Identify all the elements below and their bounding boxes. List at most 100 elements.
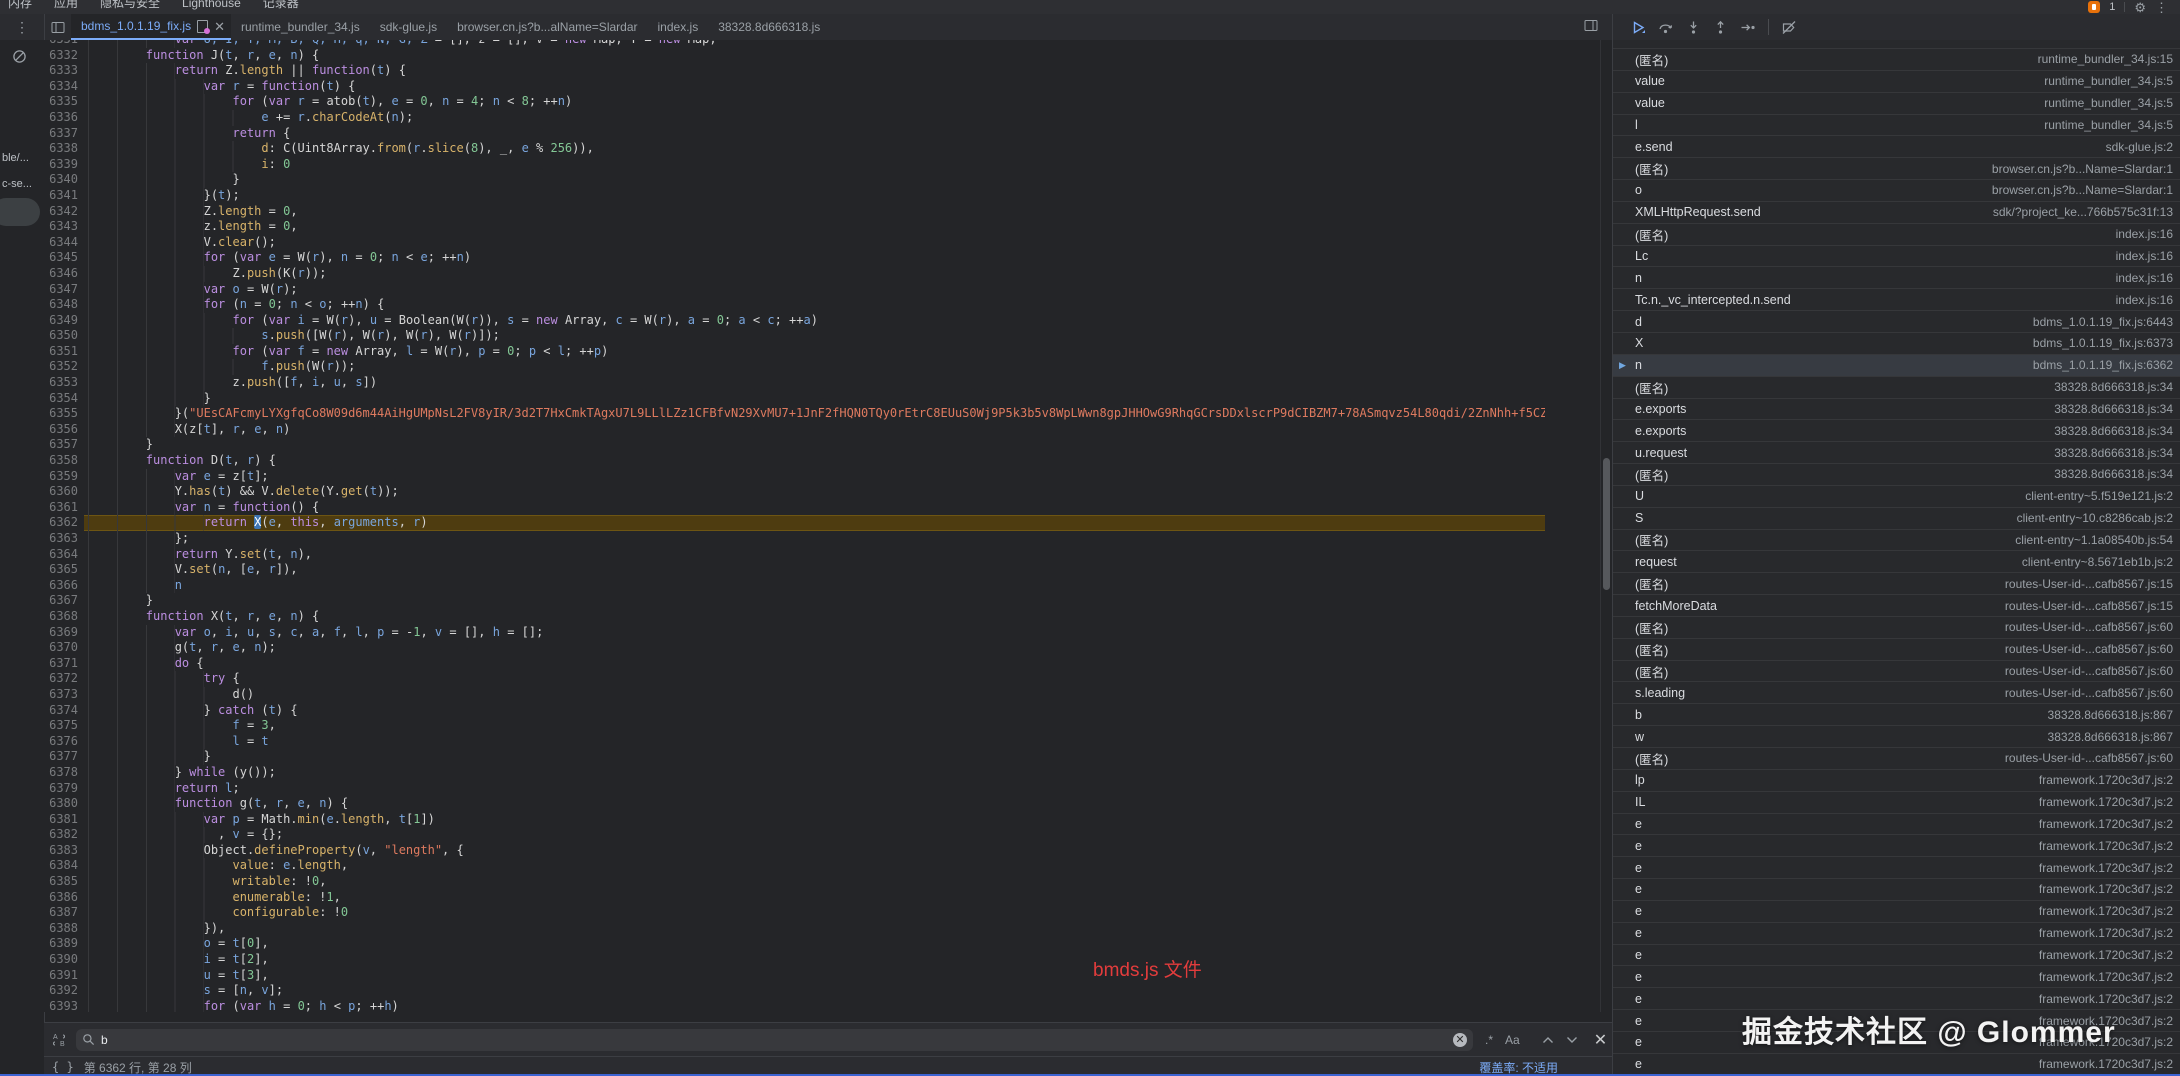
line-number[interactable]: 6331 (44, 40, 84, 48)
clear-search-icon[interactable]: ✕ (1453, 1032, 1467, 1047)
call-stack-frame[interactable]: l runtime_bundler_34.js:5 (1613, 115, 2180, 137)
code-line[interactable]: 6372 try { (44, 671, 1545, 687)
code-text[interactable]: s = [n, v]; (204, 983, 1545, 999)
line-number[interactable]: 6344 (44, 235, 84, 251)
call-stack-frame[interactable]: u.request 38328.8d666318.js:34 (1613, 442, 2180, 465)
code-text[interactable]: } (232, 172, 1545, 188)
code-line[interactable]: 6349 for (var i = W(r), u = Boolean(W(r))… (44, 312, 1545, 329)
code-text[interactable]: f = 3, (232, 718, 1545, 734)
code-line[interactable]: 6336 e += r.charCodeAt(n); (44, 109, 1545, 126)
previous-match-icon[interactable] (1542, 1036, 1554, 1044)
line-number[interactable]: 6382 (44, 827, 84, 843)
line-number[interactable]: 6363 (44, 531, 84, 547)
code-line[interactable]: 6369 var o, i, u, s, c, a, f, l, p = -1, … (44, 624, 1545, 641)
call-stack-frame[interactable]: e framework.1720c3d7.js:2 (1613, 835, 2180, 858)
code-line[interactable]: 6351 for (var f = new Array, l = W(r), p … (44, 343, 1545, 360)
navigator-selected-item[interactable] (0, 198, 40, 226)
code-line[interactable]: 6384 value: e.length, (44, 858, 1545, 875)
next-match-icon[interactable] (1566, 1036, 1578, 1044)
code-line[interactable]: 6371 do { (44, 655, 1545, 672)
code-line[interactable]: 6355}("UEsCAFcmyLYXgfqCo8W09d6m44AiHgUMp… (44, 406, 1545, 422)
code-line[interactable]: 6389 o = t[0], (44, 936, 1545, 953)
call-stack-frame[interactable]: value runtime_bundler_34.js:5 (1613, 71, 2180, 93)
code-text[interactable]: d() (232, 687, 1545, 703)
call-stack-frame[interactable]: e.send sdk-glue.js:2 (1613, 136, 2180, 159)
code-line[interactable]: 6376 l = t (44, 733, 1545, 750)
code-line[interactable]: 6365 V.set(n, [e, r]), (44, 562, 1545, 578)
code-line-paused[interactable]: 6362 return X(e, this, arguments, r) (44, 515, 1545, 531)
regex-toggle-icon[interactable]: .* (1485, 1033, 1493, 1047)
code-text[interactable]: s.push([W(r), W(r), W(r), W(r)]); (261, 328, 1545, 344)
navigator-item-fragment[interactable]: ble/... (2, 152, 29, 164)
line-number[interactable]: 6380 (44, 796, 84, 812)
search-input[interactable]: b ✕ (76, 1028, 1473, 1051)
call-stack-frame[interactable]: e framework.1720c3d7.js:2 (1613, 814, 2180, 836)
line-number[interactable]: 6362 (44, 515, 84, 531)
line-number[interactable]: 6356 (44, 422, 84, 438)
code-text[interactable]: for (var i = W(r), u = Boolean(W(r)), s … (232, 313, 1545, 329)
code-line[interactable]: 6374} catch (t) { (44, 702, 1545, 719)
file-tab[interactable]: bdms_1.0.1.19_fix.js ✕ (71, 14, 231, 40)
code-line[interactable]: 6367} (44, 593, 1545, 609)
code-text[interactable]: l = t (232, 734, 1545, 750)
line-number[interactable]: 6332 (44, 48, 84, 64)
resume-icon[interactable] (1631, 20, 1646, 35)
code-text[interactable]: d: C(Uint8Array.from(r.slice(8), _, e % … (261, 141, 1545, 157)
settings-gear-icon[interactable]: ⚙ (2134, 1, 2146, 14)
line-number[interactable]: 6370 (44, 640, 84, 656)
code-line[interactable]: 6381 var p = Math.min(e.length, t[1]) (44, 811, 1545, 828)
code-line[interactable]: 6382 , v = {}; (44, 827, 1545, 843)
code-text[interactable]: configurable: !0 (232, 905, 1545, 921)
code-line[interactable]: 6335 for (var r = atob(t), e = 0, n = 4; … (44, 94, 1545, 110)
line-number[interactable]: 6369 (44, 625, 84, 641)
step-out-icon[interactable] (1713, 20, 1728, 35)
call-stack-frame[interactable]: (匿名) routes-User-id-...cafb8567.js:15 (1613, 573, 2180, 596)
code-text[interactable]: var U, I, Y, M, B, Q, H, q, N, G, Z = []… (175, 40, 1545, 48)
code-text[interactable]: for (var r = atob(t), e = 0, n = 4; n < … (232, 94, 1545, 110)
code-line[interactable]: 6345 for (var e = W(r), n = 0; n < e; ++n… (44, 250, 1545, 266)
code-line[interactable]: 6368 function X(t, r, e, n) { (44, 608, 1545, 625)
code-line[interactable]: 6346 Z.push(K(r)); (44, 265, 1545, 282)
call-stack-frame[interactable]: XMLHttpRequest.send sdk/?project_ke...766… (1613, 202, 2180, 224)
code-line[interactable]: 6390 i = t[2], (44, 952, 1545, 968)
code-line[interactable]: 6344 V.clear(); (44, 234, 1545, 251)
code-line[interactable]: 6391 u = t[3], (44, 967, 1545, 984)
line-number[interactable]: 6334 (44, 79, 84, 95)
file-tab[interactable]: index.js (648, 14, 709, 40)
line-number[interactable]: 6343 (44, 219, 84, 235)
line-number[interactable]: 6368 (44, 609, 84, 625)
code-line[interactable]: 6356 X(z[t], r, e, n) (44, 421, 1545, 438)
code-text[interactable]: , v = {}; (218, 827, 1545, 843)
call-stack-frame[interactable]: (匿名) runtime_bundler_34.js:15 (1613, 49, 2180, 71)
code-text[interactable]: do { (175, 656, 1545, 672)
code-line[interactable]: 6339 i: 0 (44, 156, 1545, 173)
code-line[interactable]: 6377} (44, 749, 1545, 765)
code-text[interactable]: var o, i, u, s, c, a, f, l, p = -1, v = … (175, 625, 1545, 641)
code-text[interactable]: z.length = 0, (204, 219, 1545, 235)
line-number[interactable]: 6340 (44, 172, 84, 188)
code-line[interactable]: 6350 s.push([W(r), W(r), W(r), W(r)]); (44, 328, 1545, 344)
code-line[interactable]: 6359 var e = z[t]; (44, 468, 1545, 485)
line-number[interactable]: 6350 (44, 328, 84, 344)
close-tab-icon[interactable]: ✕ (214, 20, 225, 33)
call-stack-frame[interactable]: (匿名) routes-User-id-...cafb8567.js:60 (1613, 661, 2180, 683)
devtools-tab[interactable]: 隐私与安全 (100, 0, 160, 12)
devtools-tab[interactable]: Lighthouse (182, 0, 241, 12)
code-text[interactable]: var e = z[t]; (175, 469, 1545, 485)
line-number[interactable]: 6392 (44, 983, 84, 999)
line-number[interactable]: 6342 (44, 204, 84, 220)
line-number[interactable]: 6357 (44, 437, 84, 453)
call-stack-frame[interactable]: w 38328.8d666318.js:867 (1613, 726, 2180, 748)
code-text[interactable]: var r = function(t) { (204, 79, 1545, 95)
code-text[interactable]: } while (y()); (175, 765, 1545, 781)
code-line[interactable]: 6332 function J(t, r, e, n) { (44, 47, 1545, 64)
pretty-print-icon[interactable]: { } (52, 1060, 74, 1074)
line-number[interactable]: 6371 (44, 656, 84, 672)
code-text[interactable]: enumerable: !1, (232, 890, 1545, 906)
code-text[interactable]: }; (175, 531, 1545, 547)
code-line[interactable]: 6363}; (44, 531, 1545, 547)
devtools-tab[interactable]: 内存 (8, 0, 32, 12)
line-number[interactable]: 6385 (44, 874, 84, 890)
code-text[interactable]: g(t, r, e, n); (175, 640, 1545, 656)
code-text[interactable]: n (175, 578, 1545, 594)
